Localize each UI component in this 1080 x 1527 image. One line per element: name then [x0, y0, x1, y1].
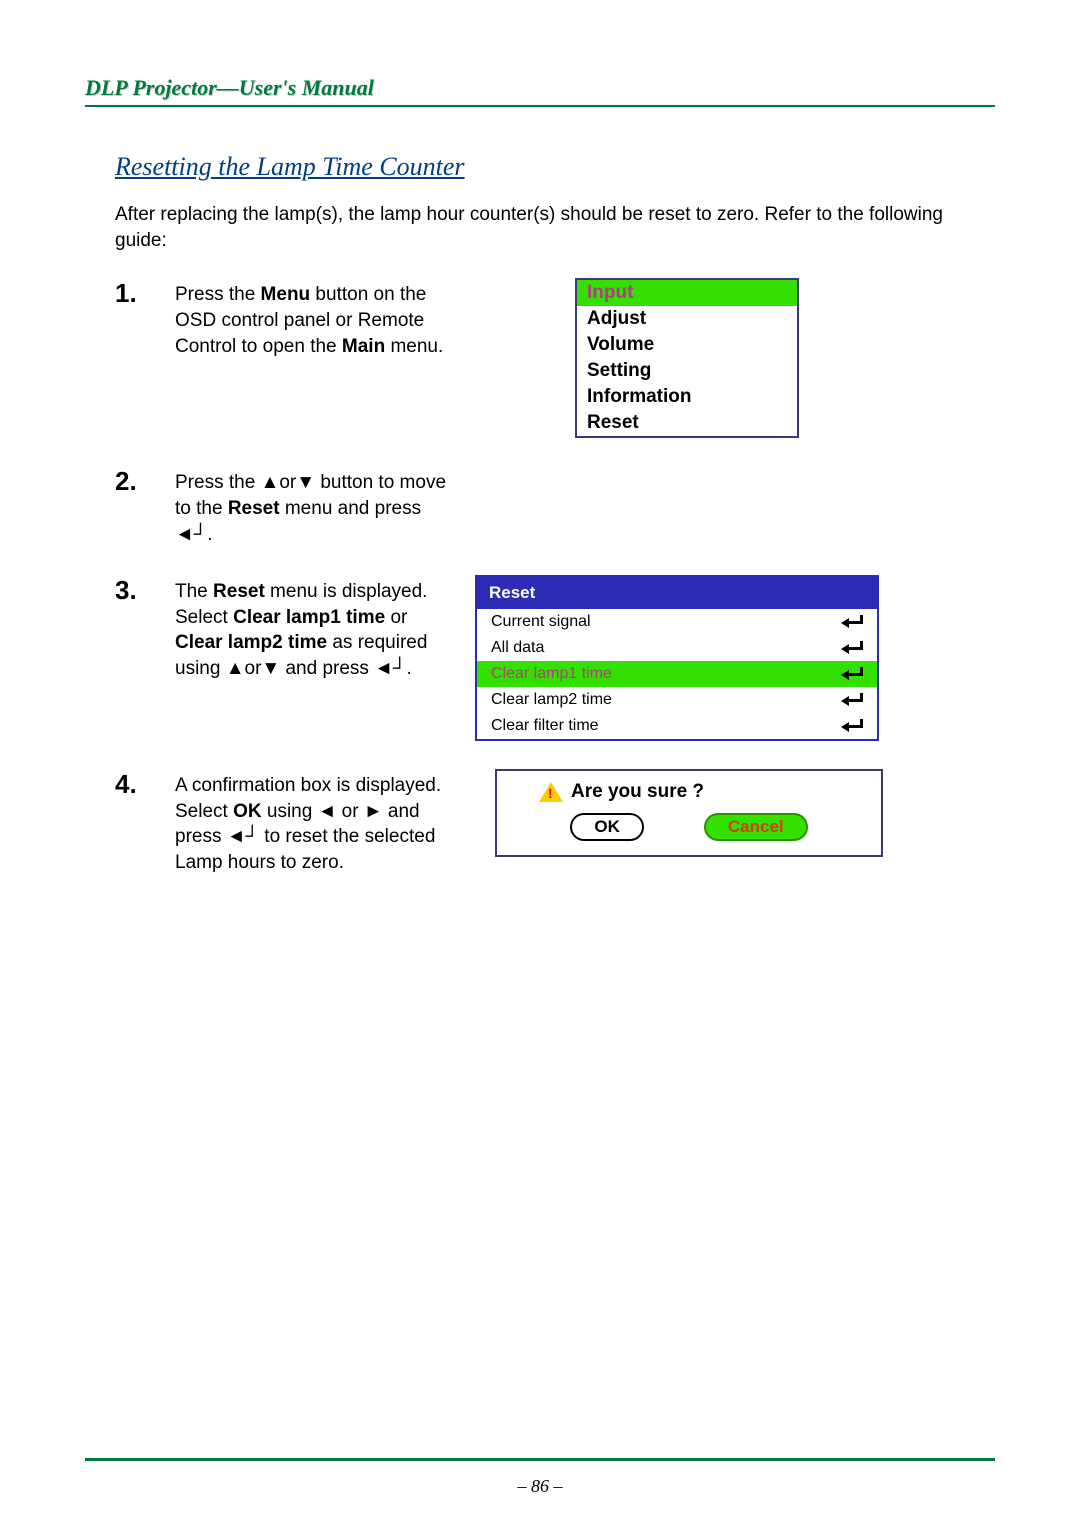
- reset-item-current-signal[interactable]: Current signal: [477, 609, 877, 635]
- reset-item-all-data[interactable]: All data: [477, 635, 877, 661]
- ok-button[interactable]: OK: [570, 813, 644, 841]
- main-menu-item-reset[interactable]: Reset: [577, 410, 797, 436]
- main-menu-item-setting[interactable]: Setting: [577, 358, 797, 384]
- main-menu-item-input[interactable]: Input: [577, 280, 797, 306]
- header-divider: [85, 105, 995, 107]
- reset-item-clear-filter[interactable]: Clear filter time: [477, 713, 877, 739]
- step-1: 1. Press the Menu button on the OSD cont…: [115, 278, 995, 438]
- step-number: 4.: [115, 769, 175, 800]
- intro-text: After replacing the lamp(s), the lamp ho…: [115, 202, 995, 253]
- enter-icon: [841, 719, 863, 733]
- main-menu-item-adjust[interactable]: Adjust: [577, 306, 797, 332]
- step-4: 4. A confirmation box is displayed. Sele…: [115, 769, 995, 876]
- step-text: Press the ▲or▼ button to move to the Res…: [175, 466, 455, 547]
- enter-icon: [841, 615, 863, 629]
- enter-icon: [841, 641, 863, 655]
- warning-icon: [539, 782, 563, 802]
- main-menu-item-information[interactable]: Information: [577, 384, 797, 410]
- cancel-button[interactable]: Cancel: [704, 813, 808, 841]
- section-title: Resetting the Lamp Time Counter: [115, 152, 995, 182]
- footer-divider: [85, 1458, 995, 1461]
- enter-icon: [841, 693, 863, 707]
- reset-item-clear-lamp1[interactable]: Clear lamp1 time: [477, 661, 877, 687]
- header-title: DLP Projector—User's Manual: [85, 75, 995, 101]
- reset-menu: Reset Current signal All data Clear lamp…: [475, 575, 879, 741]
- step-number: 1.: [115, 278, 175, 309]
- main-menu-item-volume[interactable]: Volume: [577, 332, 797, 358]
- step-3: 3. The Reset menu is displayed. Select C…: [115, 575, 995, 741]
- enter-icon: [841, 667, 863, 681]
- reset-menu-header: Reset: [477, 577, 877, 609]
- confirm-dialog: Are you sure ? OK Cancel: [495, 769, 883, 857]
- reset-item-clear-lamp2[interactable]: Clear lamp2 time: [477, 687, 877, 713]
- step-2: 2. Press the ▲or▼ button to move to the …: [115, 466, 995, 547]
- step-number: 3.: [115, 575, 175, 606]
- step-text: Press the Menu button on the OSD control…: [175, 278, 455, 359]
- step-text: A confirmation box is displayed. Select …: [175, 769, 455, 876]
- step-text: The Reset menu is displayed. Select Clea…: [175, 575, 455, 682]
- main-menu: Input Adjust Volume Setting Information …: [575, 278, 799, 438]
- step-number: 2.: [115, 466, 175, 497]
- page-number: – 86 –: [0, 1476, 1080, 1497]
- confirm-title: Are you sure ?: [571, 781, 704, 803]
